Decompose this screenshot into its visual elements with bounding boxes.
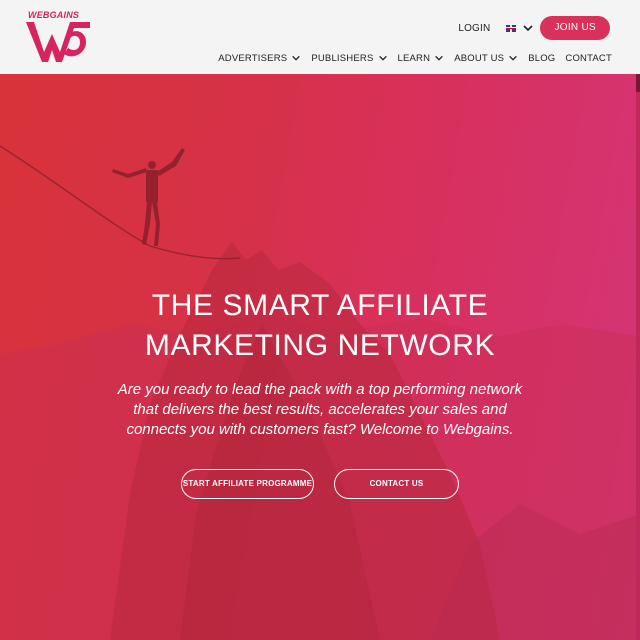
nav-item-contact[interactable]: CONTACT [565,53,612,64]
nav-item-blog[interactable]: BLOG [528,53,555,64]
chevron-down-icon [292,55,301,61]
site-header: WEBGAINS LOGIN JOIN US ADVERTISERS PUBLI… [0,0,640,74]
nav-item-label: LEARN [397,52,431,64]
chevron-down-icon [509,55,517,61]
login-link[interactable]: LOGIN [458,23,490,34]
nav-item-publishers[interactable]: PUBLISHERS [311,53,387,64]
contact-us-button[interactable]: CONTACT US [334,469,459,499]
hero-subtitle: Are you ready to lead the pack with a to… [117,381,523,438]
join-us-button[interactable]: JOIN US [540,16,610,40]
uk-flag-icon[interactable] [506,24,517,32]
nav-item-label: BLOG [528,52,556,64]
hero-title-line-2: MARKETING NETWORK [144,329,496,362]
header-top-row: LOGIN JOIN US [458,16,610,40]
nav-item-label: PUBLISHERS [311,52,374,64]
nav-item-about-us[interactable]: ABOUT US [454,53,518,64]
hero-title-line-1: THE SMART AFFILIATE [151,289,489,322]
main-nav: ADVERTISERS PUBLISHERS LEARN ABOUT US BL… [208,50,612,66]
scrollbar-thumb[interactable] [636,74,640,92]
logo-wordmark: WEBGAINS [28,10,80,20]
hero-section: THE SMART AFFILIATE MARKETING NETWORK Ar… [0,74,640,640]
nav-item-label: CONTACT [565,52,612,64]
nav-item-advertisers[interactable]: ADVERTISERS [218,53,301,64]
chevron-down-icon[interactable] [522,22,534,34]
chevron-down-icon [378,55,387,61]
start-affiliate-programme-button[interactable]: START AFFILIATE PROGRAMME [181,469,314,499]
nav-item-learn[interactable]: LEARN [398,53,445,64]
nav-item-label: ABOUT US [454,52,505,64]
nav-item-label: ADVERTISERS [218,52,288,64]
hero-title: THE SMART AFFILIATE MARKETING NETWORK [0,286,640,366]
scrollbar-track[interactable] [636,74,640,640]
chevron-down-icon [435,55,443,61]
